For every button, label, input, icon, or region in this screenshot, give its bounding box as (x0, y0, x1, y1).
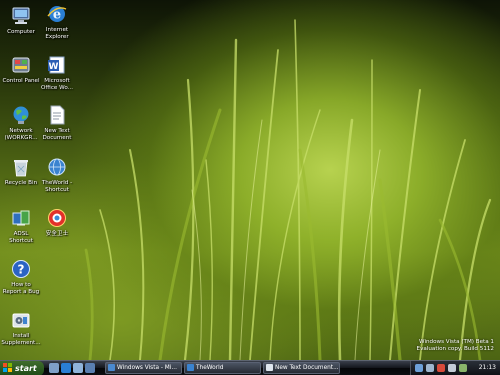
desktop-icon-how-to-report-a-bug[interactable]: ? How to Report a Bug (0, 258, 42, 296)
recycle-bin-icon (10, 156, 32, 178)
theworld-app-icon (187, 364, 194, 371)
desktop-icon-theworld-shortcut[interactable]: TheWorld - Shortcut (36, 156, 78, 194)
tray-volume-icon[interactable] (448, 364, 456, 372)
help-question-icon: ? (10, 258, 32, 280)
desktop-icon-360-safeguard[interactable]: 安全卫士 (36, 207, 78, 238)
window-app-icon (108, 364, 115, 371)
desktop-icon-label: New Text Document (42, 128, 72, 141)
desktop-icon-internet-explorer[interactable]: e Internet Explorer (36, 3, 78, 41)
watermark-line-2: Evaluation copy. Build 5112 (416, 346, 494, 352)
taskbar-button-label: New Text Document... (275, 365, 339, 371)
tray-network-icon[interactable] (426, 364, 434, 372)
taskbar-button-new-text-document[interactable]: New Text Document... (263, 362, 340, 374)
internet-explorer-icon: e (46, 3, 68, 25)
microsoft-word-icon: W (46, 54, 68, 76)
desktop-icon-label: 安全卫士 (45, 231, 69, 237)
network-globe-icon (10, 104, 32, 126)
quicklaunch-search-icon[interactable] (49, 363, 59, 373)
svg-text:?: ? (18, 263, 25, 277)
text-document-icon (46, 104, 68, 126)
desktop-icon-microsoft-office-word[interactable]: W Microsoft Office Wo... (36, 54, 78, 92)
desktop-icon-label: How to Report a Bug (2, 282, 40, 295)
taskbar-button-label: Windows Vista - Mi... (117, 365, 177, 371)
system-tray: 21:13 (410, 361, 500, 375)
desktop-icon-new-text-document[interactable]: New Text Document (36, 104, 78, 142)
control-panel-icon (10, 54, 32, 76)
taskbar: start Windows Vista - Mi... TheWorld New… (0, 360, 500, 375)
tray-security-icon[interactable] (437, 364, 445, 372)
taskbar-button-label: TheWorld (196, 365, 224, 371)
desktop-icon-label: Internet Explorer (45, 27, 69, 40)
start-label: start (15, 364, 37, 373)
theworld-browser-icon (46, 156, 68, 178)
taskbar-clock[interactable]: 21:13 (479, 364, 496, 371)
taskbar-button-windows-vista[interactable]: Windows Vista - Mi... (105, 362, 182, 374)
tray-update-icon[interactable] (459, 364, 467, 372)
svg-text:W: W (49, 62, 59, 72)
tray-app-icon[interactable] (415, 364, 423, 372)
desktop-icon-label: Install Supplement... (1, 333, 41, 346)
evaluation-watermark: Windows Vista (TM) Beta 1 Evaluation cop… (384, 339, 494, 353)
adsl-connection-icon (10, 207, 32, 229)
quicklaunch-desktop-icon[interactable] (73, 363, 83, 373)
start-button[interactable]: start (0, 361, 44, 375)
desktop-icon-label: Microsoft Office Wo... (41, 78, 73, 91)
desktop-icon-install-supplement[interactable]: Install Supplement... (0, 309, 42, 347)
watermark-line-1: Windows Vista (TM) Beta 1 (419, 339, 494, 345)
installer-icon (10, 309, 32, 331)
desktop-icon-label: TheWorld - Shortcut (41, 180, 73, 193)
computer-icon (10, 5, 32, 27)
taskbar-button-theworld[interactable]: TheWorld (184, 362, 261, 374)
windows-logo-icon (3, 363, 12, 374)
security-shield-icon (46, 207, 68, 229)
quicklaunch-media-icon[interactable] (85, 363, 95, 373)
quicklaunch-ie-icon[interactable] (61, 363, 71, 373)
notepad-app-icon (266, 364, 273, 371)
